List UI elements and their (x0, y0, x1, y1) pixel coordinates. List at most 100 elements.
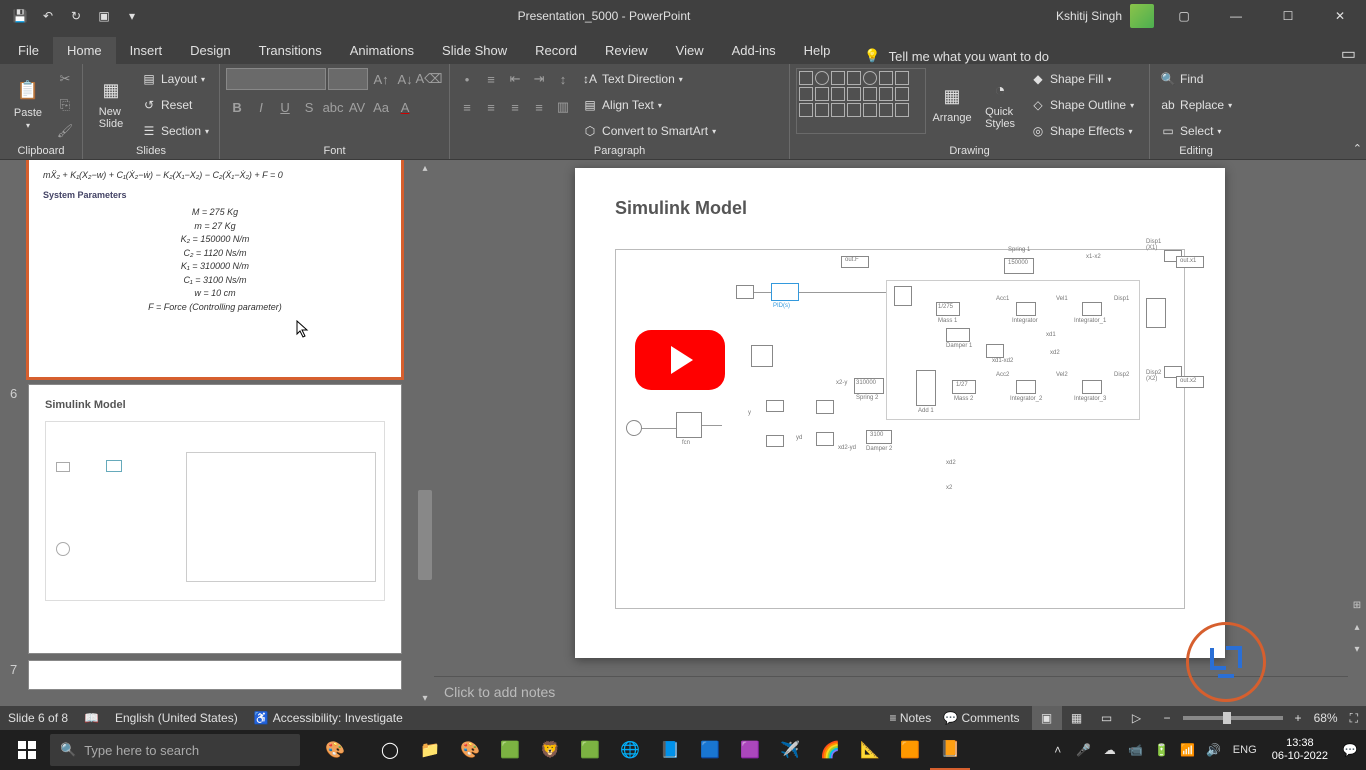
user-avatar[interactable] (1130, 4, 1154, 28)
zoom-percent[interactable]: 68% (1314, 711, 1338, 725)
maximize-button[interactable]: ☐ (1266, 0, 1310, 32)
simulink-diagram[interactable]: fcn PID(s) out.F y yd x2-y xd2-yd (615, 249, 1185, 609)
decrease-indent-icon[interactable]: ⇤ (504, 68, 526, 90)
scroll-down-icon[interactable]: ▾ (416, 690, 434, 706)
start-button[interactable] (4, 730, 50, 770)
format-painter-icon[interactable]: 🖌 (54, 120, 76, 142)
slideshow-view-icon[interactable]: ▷ (1122, 706, 1152, 730)
prev-slide-icon[interactable]: ▴ (1348, 622, 1366, 640)
italic-icon[interactable]: I (250, 96, 272, 118)
app-icon-1[interactable]: 🎨 (450, 730, 490, 770)
tab-file[interactable]: File (4, 37, 53, 64)
arrange-button[interactable]: ▦ Arrange (930, 68, 974, 138)
tab-addins[interactable]: Add-ins (718, 37, 790, 64)
find-button[interactable]: 🔍Find (1156, 68, 1236, 90)
powerpoint-icon[interactable]: 📙 (930, 730, 970, 770)
app-icon-2[interactable]: 🟩 (490, 730, 530, 770)
increase-indent-icon[interactable]: ⇥ (528, 68, 550, 90)
taskbar-search[interactable]: 🔍 Type here to search (50, 734, 300, 766)
zoom-out-icon[interactable]: − (1164, 711, 1171, 725)
taskbar-news-icon[interactable]: 🎨 (300, 730, 370, 770)
accessibility-indicator[interactable]: ♿Accessibility: Investigate (254, 711, 403, 725)
brave-icon[interactable]: 🦁 (530, 730, 570, 770)
tell-me-search[interactable]: 💡 Tell me what you want to do (864, 48, 1049, 64)
text-direction-button[interactable]: ↕AText Direction▾ (578, 68, 720, 90)
comments-button[interactable]: 💬 Comments (943, 711, 1019, 725)
underline-icon[interactable]: U (274, 96, 296, 118)
language-indicator[interactable]: English (United States) (115, 711, 238, 725)
zoom-in-icon[interactable]: + (1295, 711, 1302, 725)
replace-button[interactable]: abReplace▾ (1156, 94, 1236, 116)
spellcheck-icon[interactable]: 📖 (84, 711, 99, 725)
tab-slideshow[interactable]: Slide Show (428, 37, 521, 64)
increase-font-icon[interactable]: A↑ (370, 68, 392, 90)
font-family-select[interactable] (226, 68, 326, 90)
tab-insert[interactable]: Insert (116, 37, 177, 64)
character-spacing-icon[interactable]: AV (346, 96, 368, 118)
user-name[interactable]: Kshitij Singh (1056, 9, 1122, 23)
wifi-icon[interactable]: 📶 (1176, 730, 1200, 770)
section-button[interactable]: ☰Section▾ (137, 120, 213, 142)
tab-view[interactable]: View (662, 37, 718, 64)
slide-indicator[interactable]: Slide 6 of 8 (8, 711, 68, 725)
align-left-icon[interactable]: ≡ (456, 96, 478, 118)
cut-icon[interactable]: ✂ (54, 68, 76, 90)
reading-view-icon[interactable]: ▭ (1092, 706, 1122, 730)
bullets-icon[interactable]: • (456, 68, 478, 90)
close-button[interactable]: ✕ (1318, 0, 1362, 32)
scroll-up-icon[interactable]: ▴ (416, 160, 434, 176)
zoom-handle[interactable] (1223, 712, 1231, 724)
slide-canvas[interactable]: Simulink Model fcn PID(s) out.F y yd (575, 168, 1225, 658)
tab-animations[interactable]: Animations (336, 37, 428, 64)
columns-icon[interactable]: ▥ (552, 96, 574, 118)
shape-fill-button[interactable]: ◆Shape Fill▾ (1026, 68, 1138, 90)
decrease-font-icon[interactable]: A↓ (394, 68, 416, 90)
slide-canvas-wrap[interactable]: Simulink Model fcn PID(s) out.F y yd (434, 160, 1366, 676)
tab-review[interactable]: Review (591, 37, 662, 64)
edge-icon[interactable]: 🌐 (610, 730, 650, 770)
qat-customize-icon[interactable]: ▾ (120, 4, 144, 28)
slide-title[interactable]: Simulink Model (615, 198, 1185, 219)
onedrive-icon[interactable]: ☁ (1098, 730, 1122, 770)
comments-pane-icon[interactable]: ▭ (1341, 44, 1366, 64)
word-icon[interactable]: 📘 (650, 730, 690, 770)
tab-transitions[interactable]: Transitions (245, 37, 336, 64)
shape-outline-button[interactable]: ◇Shape Outline▾ (1026, 94, 1138, 116)
tab-home[interactable]: Home (53, 37, 116, 64)
slide-thumbnail-5[interactable]: mẌ₂ + K₁(X₂−w) + C₁(Ẋ₂−ẇ) − K₂(X₁−X₂) − … (10, 160, 402, 378)
undo-icon[interactable]: ↶ (36, 4, 60, 28)
chrome-icon[interactable]: 🌈 (810, 730, 850, 770)
notes-button[interactable]: ≡ Notes (890, 711, 932, 725)
strikethrough-icon[interactable]: S (298, 96, 320, 118)
microphone-icon[interactable]: 🎤 (1072, 730, 1096, 770)
paste-button[interactable]: 📋 Paste ▾ (6, 68, 50, 138)
copy-icon[interactable]: ⎘ (54, 94, 76, 116)
align-text-button[interactable]: ▤Align Text▾ (578, 94, 720, 116)
slideshow-from-start-icon[interactable]: ▣ (92, 4, 116, 28)
app-icon-4[interactable]: 🟦 (690, 730, 730, 770)
file-explorer-icon[interactable]: 📁 (410, 730, 450, 770)
task-view-icon[interactable]: ◯ (370, 730, 410, 770)
thumbnail-scrollbar[interactable]: ▴ ▾ (416, 160, 434, 706)
slide-thumbnail-6[interactable]: 6 Simulink Model (10, 384, 402, 654)
change-case-icon[interactable]: Aa (370, 96, 392, 118)
slide-5-preview[interactable]: mẌ₂ + K₁(X₂−w) + C₁(Ẋ₂−ẇ) − K₂(X₁−X₂) − … (28, 160, 402, 378)
slide-7-preview[interactable] (28, 660, 402, 690)
fit-slide-icon[interactable]: ⛶ (1350, 711, 1358, 726)
zoom-fit-icon[interactable]: ⊞ (1348, 600, 1366, 618)
shape-gallery[interactable] (796, 68, 926, 134)
matlab-icon[interactable]: 📐 (850, 730, 890, 770)
language-switcher[interactable]: ENG (1228, 730, 1262, 770)
line-spacing-icon[interactable]: ↕ (552, 68, 574, 90)
meet-now-icon[interactable]: 📹 (1124, 730, 1148, 770)
next-slide-icon[interactable]: ▾ (1348, 644, 1366, 662)
app-icon-3[interactable]: 🟩 (570, 730, 610, 770)
tab-record[interactable]: Record (521, 37, 591, 64)
shape-effects-button[interactable]: ◎Shape Effects▾ (1026, 120, 1138, 142)
ribbon-display-options-icon[interactable]: ▢ (1162, 0, 1206, 32)
convert-smartart-button[interactable]: ⬡Convert to SmartArt▾ (578, 120, 720, 142)
taskbar-clock[interactable]: 13:38 06-10-2022 (1264, 737, 1336, 763)
notifications-icon[interactable]: 💬 (1338, 730, 1362, 770)
volume-icon[interactable]: 🔊 (1202, 730, 1226, 770)
tab-design[interactable]: Design (176, 37, 244, 64)
